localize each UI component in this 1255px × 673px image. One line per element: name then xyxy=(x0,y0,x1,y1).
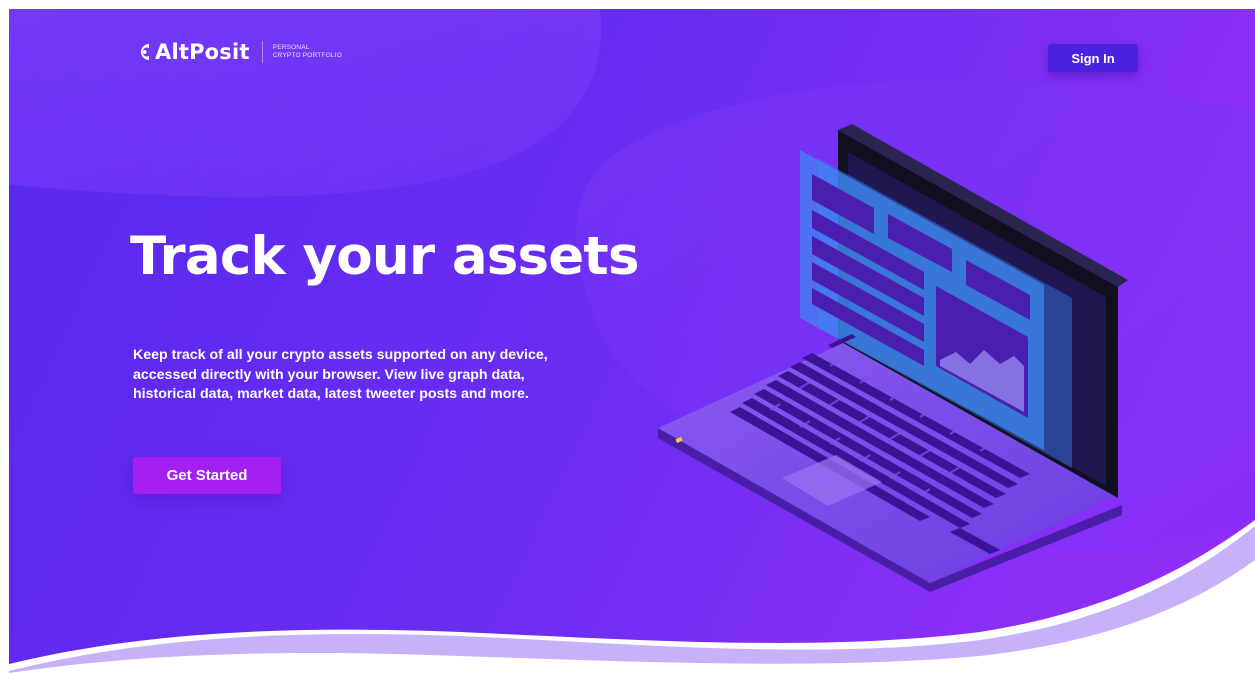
brand-logo[interactable]: AltPosit PERSONAL CRYPTO PORTFOLIO xyxy=(135,40,342,64)
brand-divider xyxy=(261,41,263,63)
sign-in-button[interactable]: Sign In xyxy=(1048,44,1138,72)
get-started-button[interactable]: Get Started xyxy=(133,457,281,494)
hero-description-line: accessed directly with your browser. Vie… xyxy=(133,366,525,383)
laptop-illustration xyxy=(658,124,1128,592)
hero-headline: Track your assets xyxy=(130,226,640,287)
altposit-logo-icon xyxy=(141,44,149,60)
hero-description: Keep track of all your crypto assets sup… xyxy=(133,346,553,405)
hero-description-line: Keep track of all your crypto assets sup… xyxy=(133,347,548,363)
brand-tagline-line1: PERSONAL xyxy=(272,44,310,51)
hero-description-line: historical data, market data, latest twe… xyxy=(133,386,529,402)
brand-tagline: PERSONAL CRYPTO PORTFOLIO xyxy=(273,44,342,60)
brand-name: AltPosit xyxy=(155,40,250,64)
brand-tagline-line2: CRYPTO PORTFOLIO xyxy=(272,52,342,59)
page: AltPosit PERSONAL CRYPTO PORTFOLIO Sign … xyxy=(0,0,1255,673)
